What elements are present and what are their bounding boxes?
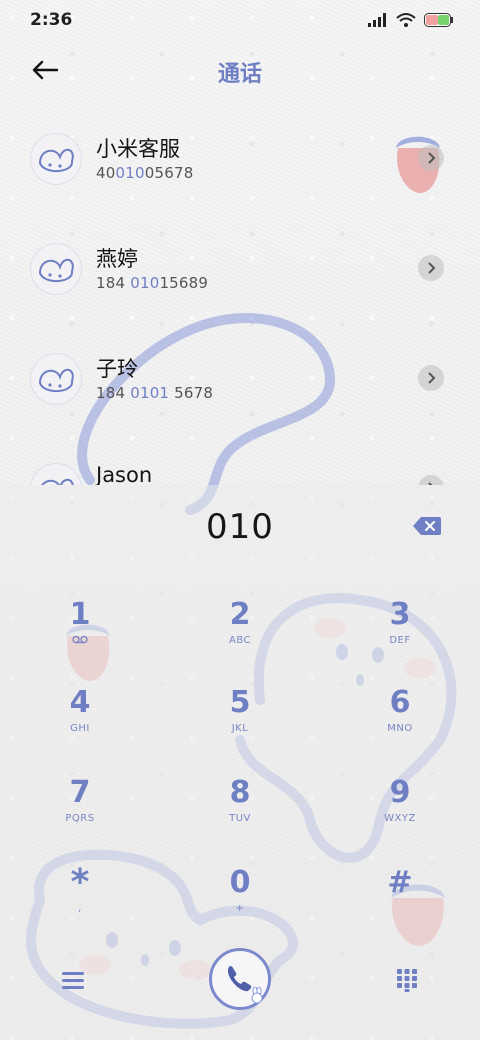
hamburger-menu-icon	[62, 972, 84, 989]
battery-icon	[424, 13, 453, 27]
status-time: 2:36	[30, 10, 73, 30]
bunny-avatar-icon	[38, 148, 74, 172]
chevron-right-icon	[428, 262, 436, 274]
contact-row[interactable]: 子玲 184 0101 5678	[0, 335, 480, 435]
backspace-icon	[413, 517, 441, 535]
contact-detail-button[interactable]	[418, 475, 444, 485]
contact-row[interactable]: 小米客服 4001005678	[0, 115, 480, 215]
bunny-avatar-icon	[38, 258, 74, 282]
dial-key-8[interactable]: 8 TUV	[185, 775, 295, 855]
contact-row[interactable]: 燕婷 184 01015689	[0, 225, 480, 325]
dial-key-hash[interactable]: #	[345, 865, 455, 945]
page-title: 通话	[217, 62, 262, 87]
dial-key-5[interactable]: 5 JKL	[185, 685, 295, 765]
header: 通话	[0, 45, 480, 95]
bunny-avatar-icon	[38, 368, 74, 392]
contact-name: 小米客服	[96, 137, 180, 161]
status-bar: 2:36	[0, 0, 480, 40]
keypad-grid-icon	[397, 969, 417, 992]
dial-key-0[interactable]: 0 +	[185, 865, 295, 945]
dial-key-9[interactable]: 9 WXYZ	[345, 775, 455, 855]
keypad-toggle-button[interactable]	[396, 968, 418, 992]
backspace-button[interactable]	[412, 515, 442, 537]
contact-detail-button[interactable]	[418, 365, 444, 391]
chevron-right-icon	[428, 372, 436, 384]
contact-number: 184 01015689	[96, 274, 209, 292]
dialer-bottom-bar	[0, 940, 480, 1040]
dial-key-star[interactable]: * ,	[25, 865, 135, 945]
avatar	[30, 133, 82, 185]
dial-key-1[interactable]: 1	[25, 597, 135, 677]
contact-number: 184 0101 5678	[96, 384, 214, 402]
bunny-avatar-icon	[41, 478, 74, 485]
dial-key-7[interactable]: 7 PQRS	[25, 775, 135, 855]
dial-key-4[interactable]: 4 GHI	[25, 685, 135, 765]
wifi-icon	[396, 13, 416, 27]
avatar	[30, 243, 82, 295]
contact-name: 燕婷	[96, 247, 138, 271]
voicemail-icon	[72, 635, 88, 644]
avatar	[30, 353, 82, 405]
menu-button[interactable]	[60, 970, 86, 992]
contact-row[interactable]: Jason	[0, 445, 480, 485]
chevron-right-icon	[428, 152, 436, 164]
contact-name: 子玲	[96, 357, 138, 381]
signal-icon	[368, 13, 386, 27]
dial-key-2[interactable]: 2 ABC	[185, 597, 295, 677]
contact-name: Jason	[96, 463, 153, 485]
avatar	[30, 463, 82, 485]
dialer-panel: 010 1 2 ABC 3 DEF 4 GHI 5 JKL 6 MNO 7 PQ…	[0, 485, 480, 1040]
contact-detail-button[interactable]	[418, 255, 444, 281]
contact-number: 4001005678	[96, 164, 194, 182]
dial-number-display[interactable]: 010	[0, 507, 480, 547]
contact-suggestion-list: 小米客服 4001005678 燕婷 184 01015689 子玲 184 0…	[0, 115, 480, 485]
dial-key-6[interactable]: 6 MNO	[345, 685, 455, 765]
status-icons	[368, 12, 454, 28]
contact-detail-button[interactable]	[418, 145, 444, 171]
call-button[interactable]	[209, 948, 271, 1010]
bunny-sticker-icon	[251, 987, 263, 1004]
dial-key-3[interactable]: 3 DEF	[345, 597, 455, 677]
